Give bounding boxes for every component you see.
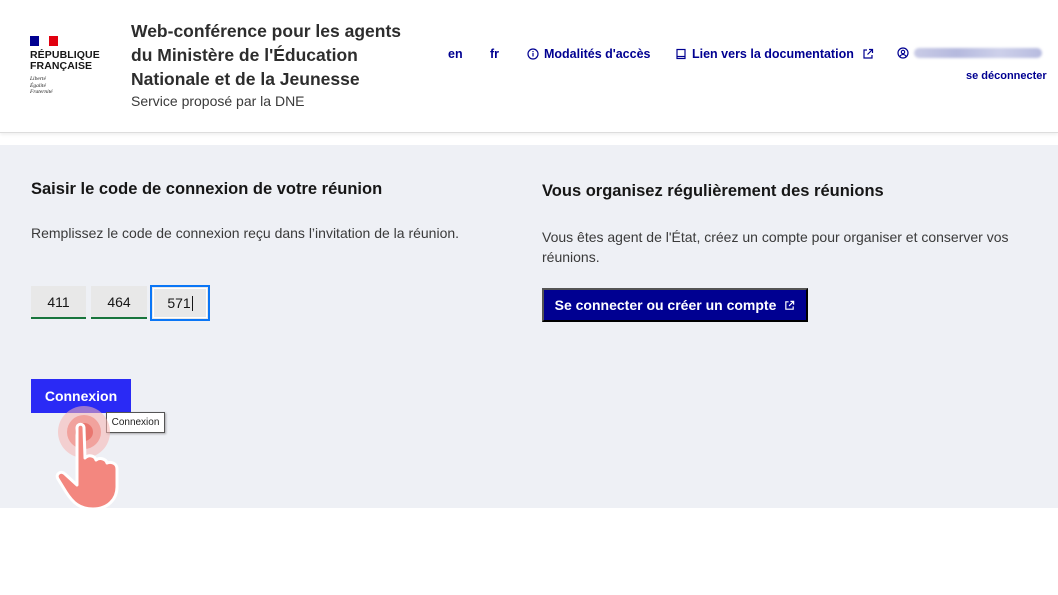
- info-circle-icon: [527, 48, 539, 60]
- organize-meetings-heading: Vous organisez régulièrement des réunion…: [542, 182, 884, 200]
- logo-line-2: FRANÇAISE: [30, 60, 93, 72]
- code-input-3-value: 571: [167, 295, 191, 311]
- login-or-create-account-button[interactable]: Se connecter ou créer un compte: [542, 288, 808, 322]
- logout-link[interactable]: se déconnecter: [966, 70, 1047, 82]
- login-or-create-account-label: Se connecter ou créer un compte: [554, 297, 777, 313]
- user-circle-icon: [897, 47, 909, 59]
- documentation-label: Lien vers la documentation: [692, 47, 854, 61]
- user-name-blurred: [914, 48, 1042, 58]
- user-account-link[interactable]: [897, 47, 1042, 59]
- external-link-icon: [785, 300, 795, 310]
- french-flag-icon: [30, 36, 58, 46]
- lang-en-link[interactable]: en: [448, 47, 463, 61]
- republique-francaise-logo[interactable]: RÉPUBLIQUE FRANÇAISE Liberté Égalité Fra…: [30, 36, 102, 96]
- join-meeting-description: Remplissez le code de connexion reçu dan…: [31, 225, 460, 241]
- code-input-3[interactable]: 571: [150, 285, 210, 321]
- site-header: RÉPUBLIQUE FRANÇAISE Liberté Égalité Fra…: [0, 0, 1058, 133]
- code-input-2[interactable]: 464: [91, 286, 147, 319]
- access-modalities-link[interactable]: Modalités d'accès: [527, 47, 651, 61]
- external-link-icon: [863, 48, 873, 59]
- documentation-link[interactable]: Lien vers la documentation: [675, 47, 874, 61]
- code-input-1-value: 411: [47, 293, 70, 310]
- book-icon: [676, 48, 686, 60]
- logo-motto: Liberté Égalité Fraternité: [30, 76, 53, 95]
- text-caret: [191, 295, 193, 311]
- code-input-1[interactable]: 411: [31, 286, 86, 319]
- pointer-hand-icon: [55, 406, 119, 511]
- organize-meetings-description: Vous êtes agent de l'État, créez un comp…: [542, 229, 1009, 265]
- lang-fr-link[interactable]: fr: [490, 47, 499, 61]
- join-meeting-heading: Saisir le code de connexion de votre réu…: [31, 180, 383, 198]
- access-modalities-label: Modalités d'accès: [544, 47, 651, 61]
- service-tagline: Service proposé par la DNE: [131, 93, 305, 109]
- service-title: Web-conférence pour les agents du Minist…: [131, 21, 402, 89]
- code-input-2-value: 464: [107, 293, 131, 310]
- service-title-block: Web-conférence pour les agents du Minist…: [131, 19, 421, 111]
